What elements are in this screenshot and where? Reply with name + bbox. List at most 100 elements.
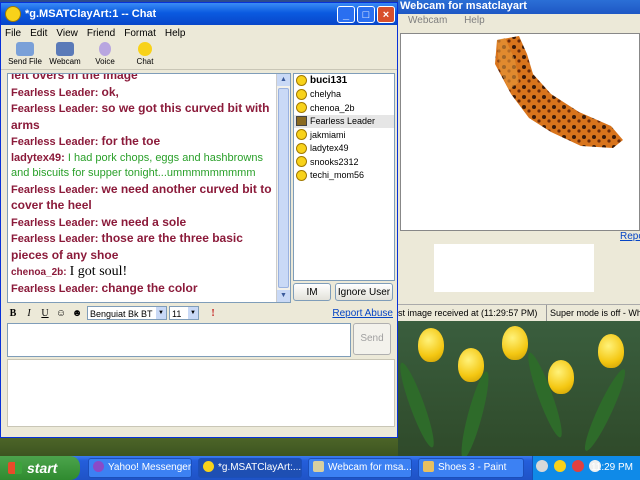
message-sender: Fearless Leader: xyxy=(11,183,99,196)
webcam-menu-help[interactable]: Help xyxy=(464,15,485,26)
user-name: chelyha xyxy=(310,89,342,100)
menu-friend[interactable]: Friend xyxy=(87,28,115,39)
task-paint[interactable]: Shoes 3 - Paint xyxy=(418,458,524,478)
webcam-button[interactable]: Webcam xyxy=(45,41,85,69)
menu-help[interactable]: Help xyxy=(165,28,186,39)
webcam-icon xyxy=(56,42,74,56)
minimize-button[interactable]: _ xyxy=(337,5,355,23)
user-name: jakmiami xyxy=(310,129,346,140)
smiley-icon xyxy=(296,169,307,181)
tulip-flower xyxy=(458,348,484,382)
user-list-item[interactable]: chenoa_2b xyxy=(294,101,394,115)
voice-button[interactable]: Voice xyxy=(85,41,125,69)
smiley-icon xyxy=(296,129,307,141)
webcam-report-link[interactable]: Repo xyxy=(620,231,640,242)
user-name: ladytex49 xyxy=(310,143,349,154)
maximize-button[interactable]: □ xyxy=(357,5,375,23)
task-yahoo-messenger[interactable]: Yahoo! Messenger xyxy=(88,458,192,478)
message-input[interactable] xyxy=(7,323,351,357)
chat-titlebar[interactable]: *g.MSATClayArt:1 -- Chat _ □ × xyxy=(1,3,397,25)
send-button[interactable]: Send xyxy=(353,323,391,355)
yahoo-icon xyxy=(93,461,104,472)
chat-title: *g.MSATClayArt:1 -- Chat xyxy=(25,8,157,20)
webcam-statusbar: st image received at (11:29:57 PM) Super… xyxy=(398,304,640,321)
chat-toolbar: Send File Webcam Voice Chat xyxy=(1,41,397,70)
italic-button[interactable]: I xyxy=(21,308,37,319)
message-text: for the toe xyxy=(101,134,161,148)
user-list-item[interactable]: techi_mom56 xyxy=(294,169,394,183)
clock: 11:29 PM xyxy=(590,462,633,473)
message-scrollbar[interactable]: ▲ ▼ xyxy=(276,74,290,302)
chat-message: Fearless Leader: so we got this curved b… xyxy=(11,101,277,134)
menu-format[interactable]: Format xyxy=(124,28,156,39)
user-name: techi_mom56 xyxy=(310,170,365,181)
start-button[interactable]: start xyxy=(0,456,80,480)
user-name: buci131 xyxy=(310,75,348,87)
webcam-status-mode: Super mode is off - Wha xyxy=(550,308,640,318)
send-file-label: Send File xyxy=(8,57,42,66)
microphone-icon xyxy=(99,42,111,56)
font-select-value: Benguiat Bk BT xyxy=(90,309,153,319)
system-tray: 11:29 PM xyxy=(532,456,640,480)
scroll-thumb[interactable] xyxy=(278,88,289,288)
webcam-icon xyxy=(313,461,324,472)
underline-button[interactable]: U xyxy=(37,308,53,319)
smiley-icon xyxy=(296,88,307,100)
font-select[interactable]: Benguiat Bk BT ▼ xyxy=(87,306,167,320)
scroll-up-icon[interactable]: ▲ xyxy=(277,74,290,86)
chat-lower-panel xyxy=(7,359,395,427)
menu-file[interactable]: File xyxy=(5,28,21,39)
tulip-flower xyxy=(502,326,528,360)
audible-icon[interactable]: ☻ xyxy=(69,308,85,319)
smiley-icon xyxy=(296,102,307,114)
chat-message: Fearless Leader: for the toe xyxy=(11,134,277,151)
webcam-status-received: st image received at (11:29:57 PM) xyxy=(398,305,547,321)
chat-message: chenoa_2b: I got soul! xyxy=(11,264,277,281)
send-file-button[interactable]: Send File xyxy=(5,41,45,69)
voice-label: Voice xyxy=(95,57,115,66)
user-list-item[interactable]: jakmiami xyxy=(294,128,394,142)
tray-cex-icon[interactable] xyxy=(571,460,584,472)
tray-arrow-icon[interactable] xyxy=(536,460,548,472)
webcam-icon xyxy=(296,116,307,127)
chat-button[interactable]: Chat xyxy=(125,41,165,69)
chat-message: left overs in the image xyxy=(11,73,277,85)
webcam-menu-webcam[interactable]: Webcam xyxy=(408,15,447,26)
user-list-item[interactable]: ladytex49 xyxy=(294,142,394,156)
im-button[interactable]: IM xyxy=(293,283,331,301)
message-text: left overs in the image xyxy=(11,73,138,82)
emoticon-icon[interactable]: ☺ xyxy=(53,308,69,319)
wallpaper-tulips xyxy=(398,320,640,456)
task-chat[interactable]: *g.MSATClayArt:... xyxy=(198,458,302,478)
report-abuse-link[interactable]: Report Abuse xyxy=(332,308,393,319)
user-list-item[interactable]: Fearless Leader xyxy=(294,114,394,128)
bold-button[interactable]: B xyxy=(5,308,21,319)
user-list: buci131 chelyha chenoa_2b Fearless Leader ja… xyxy=(293,73,395,281)
user-name: snooks2312 xyxy=(310,156,359,167)
ignore-user-button[interactable]: Ignore User xyxy=(335,283,393,301)
chat-message: Fearless Leader: we need another curved … xyxy=(11,182,277,215)
webcam-label: Webcam xyxy=(49,57,81,66)
tray-smiley-icon[interactable] xyxy=(553,460,566,472)
user-list-item[interactable]: buci131 xyxy=(294,74,394,88)
alert-icon[interactable]: ! xyxy=(205,308,221,319)
message-sender: Fearless Leader: xyxy=(11,282,99,295)
task-label: Webcam for msa... xyxy=(328,462,412,473)
task-label: Yahoo! Messenger xyxy=(108,462,192,473)
font-size-select[interactable]: 11 ▼ xyxy=(169,306,199,320)
taskbar: start Yahoo! Messenger *g.MSATClayArt:..… xyxy=(0,456,640,480)
user-list-item[interactable]: chelyha xyxy=(294,88,394,102)
message-history[interactable]: left overs in the image Fearless Leader: … xyxy=(7,73,291,303)
leaf-shape xyxy=(579,366,631,454)
format-toolbar: B I U ☺ ☻ Benguiat Bk BT ▼ 11 ▼ ! Report… xyxy=(5,304,393,322)
webcam-preview-area xyxy=(434,244,594,292)
menu-edit[interactable]: Edit xyxy=(30,28,47,39)
task-webcam[interactable]: Webcam for msa... xyxy=(308,458,412,478)
menu-view[interactable]: View xyxy=(56,28,78,39)
webcam-title: Webcam for msatclayart xyxy=(398,0,640,14)
close-button[interactable]: × xyxy=(377,5,395,23)
message-text: we need a sole xyxy=(101,214,187,229)
scroll-down-icon[interactable]: ▼ xyxy=(277,290,290,302)
task-label: Shoes 3 - Paint xyxy=(438,462,507,473)
user-list-item[interactable]: snooks2312 xyxy=(294,155,394,169)
